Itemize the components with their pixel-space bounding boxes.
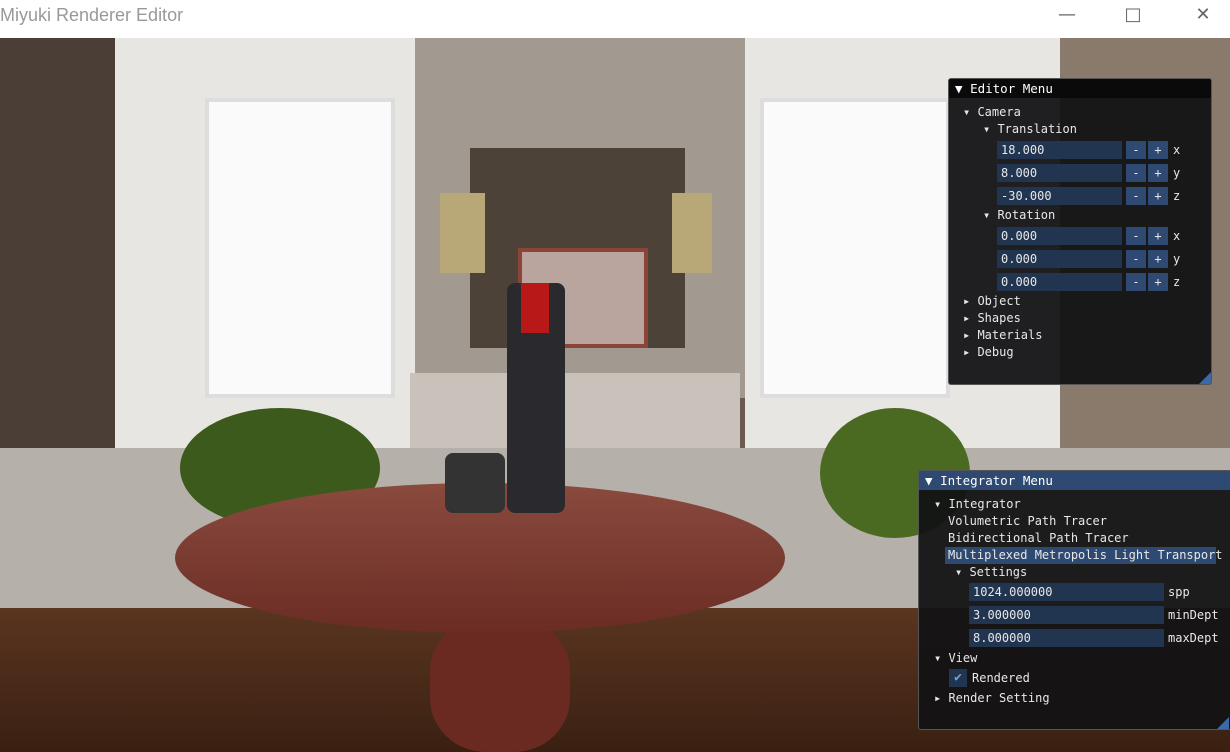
close-icon[interactable]: ✕ xyxy=(1180,0,1226,32)
decrement-button[interactable]: - xyxy=(1126,250,1146,268)
value-input[interactable]: 8.000000 xyxy=(969,629,1164,647)
value-input[interactable]: 0.000 xyxy=(997,250,1122,268)
shapes-node[interactable]: ▸ Shapes xyxy=(963,310,1021,327)
increment-button[interactable]: + xyxy=(1148,273,1168,291)
left-window xyxy=(205,98,395,398)
title-bar: Miyuki Renderer Editor — □ ✕ xyxy=(0,0,1230,38)
integrator-menu-panel: ▼ Integrator Menu ▾ Integrator Volumetri… xyxy=(918,470,1230,730)
field-label: y xyxy=(1173,166,1181,180)
option-volumetric-path-tracer[interactable]: Volumetric Path Tracer xyxy=(948,513,1107,530)
debug-node[interactable]: ▸ Debug xyxy=(963,344,1014,361)
editor-menu-titlebar[interactable]: ▼ Editor Menu xyxy=(949,79,1211,98)
field-label: x xyxy=(1173,229,1181,243)
field-label: minDept xyxy=(1168,608,1219,622)
value-input[interactable]: 8.000 xyxy=(997,164,1122,182)
increment-button[interactable]: + xyxy=(1148,187,1168,205)
value-input[interactable]: 18.000 xyxy=(997,141,1122,159)
integrator-menu-titlebar[interactable]: ▼ Integrator Menu xyxy=(919,471,1230,490)
camera-label: Camera xyxy=(977,105,1021,119)
bottle-cap xyxy=(521,283,549,333)
rendered-label: Rendered xyxy=(972,671,1030,685)
render-setting-label: Render Setting xyxy=(948,691,1050,705)
debug-label: Debug xyxy=(977,345,1014,359)
object-label: Object xyxy=(977,294,1021,308)
option-mmlt-selected[interactable]: Multiplexed Metropolis Light Transport xyxy=(945,547,1223,564)
increment-button[interactable]: + xyxy=(1148,164,1168,182)
minimize-icon[interactable]: — xyxy=(1044,0,1090,32)
increment-button[interactable]: + xyxy=(1148,250,1168,268)
decrement-button[interactable]: - xyxy=(1126,187,1146,205)
field-label: y xyxy=(1173,252,1181,266)
right-window xyxy=(760,98,950,398)
field-label: z xyxy=(1173,189,1181,203)
rotation-node[interactable]: ▾ Rotation xyxy=(983,207,1055,224)
right-candle xyxy=(672,193,712,273)
editor-menu-title: Editor Menu xyxy=(970,81,1053,96)
increment-button[interactable]: + xyxy=(1148,141,1168,159)
view-node[interactable]: ▾ View xyxy=(934,650,977,667)
view-label: View xyxy=(948,651,978,665)
translation-node[interactable]: ▾ Translation xyxy=(983,121,1077,138)
resize-grip[interactable] xyxy=(1199,372,1211,384)
camera-node[interactable]: ▾ Camera xyxy=(963,104,1021,121)
decrement-button[interactable]: - xyxy=(1126,141,1146,159)
value-input[interactable]: -30.000 xyxy=(997,187,1122,205)
maximize-icon[interactable]: □ xyxy=(1110,0,1156,32)
resize-grip[interactable] xyxy=(1217,717,1229,729)
window-title: Miyuki Renderer Editor xyxy=(0,5,184,25)
value-input[interactable]: 3.000000 xyxy=(969,606,1164,624)
field-label: x xyxy=(1173,143,1181,157)
left-candle xyxy=(440,193,485,273)
integrator-label: Integrator xyxy=(948,497,1021,511)
decrement-button[interactable]: - xyxy=(1126,164,1146,182)
increment-button[interactable]: + xyxy=(1148,227,1168,245)
glass xyxy=(445,453,505,513)
rotation-label: Rotation xyxy=(997,208,1056,222)
editor-menu-panel: ▼ Editor Menu ▾ Camera ▾ Translation ▾ R… xyxy=(948,78,1212,385)
rendered-checkbox[interactable]: ✔ xyxy=(949,669,967,687)
shapes-label: Shapes xyxy=(977,311,1021,325)
settings-label: Settings xyxy=(969,565,1028,579)
materials-label: Materials xyxy=(977,328,1043,342)
decrement-button[interactable]: - xyxy=(1126,273,1146,291)
integrator-node[interactable]: ▾ Integrator xyxy=(934,496,1021,513)
translation-label: Translation xyxy=(997,122,1077,136)
field-label: z xyxy=(1173,275,1181,289)
field-label: maxDept xyxy=(1168,631,1219,645)
integrator-menu-title: Integrator Menu xyxy=(940,473,1053,488)
decrement-button[interactable]: - xyxy=(1126,227,1146,245)
render-setting-node[interactable]: ▸ Render Setting xyxy=(934,690,1050,707)
settings-node[interactable]: ▾ Settings xyxy=(955,564,1027,581)
table-pedestal xyxy=(430,618,570,752)
field-label: spp xyxy=(1168,585,1190,599)
option-bidirectional-path-tracer[interactable]: Bidirectional Path Tracer xyxy=(948,530,1129,547)
materials-node[interactable]: ▸ Materials xyxy=(963,327,1042,344)
value-input[interactable]: 1024.000000 xyxy=(969,583,1164,601)
object-node[interactable]: ▸ Object xyxy=(963,293,1021,310)
value-input[interactable]: 0.000 xyxy=(997,273,1122,291)
value-input[interactable]: 0.000 xyxy=(997,227,1122,245)
